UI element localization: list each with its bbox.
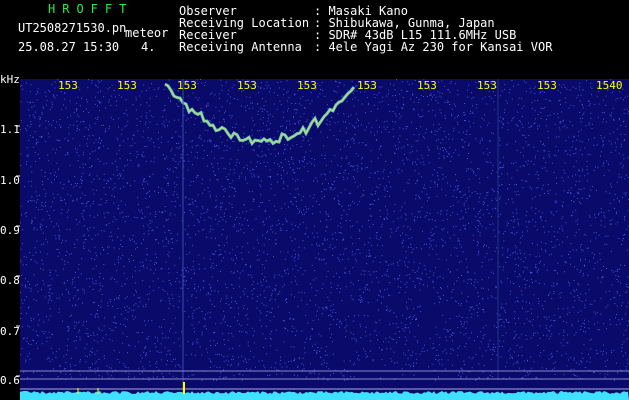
hrofft-display: HROFFT UT2508271530.pn meteor 25.08.27 1…	[0, 0, 629, 400]
y-tick: 0.8	[0, 274, 20, 287]
y-axis-unit: kHz	[0, 73, 20, 86]
y-tick: 0.9	[0, 224, 20, 237]
y-tick: 0.6	[0, 374, 20, 387]
brand-title: HROFFT	[48, 2, 134, 16]
x-tick: 153	[117, 79, 137, 92]
x-tick: 153	[237, 79, 257, 92]
x-tick: 153	[177, 79, 197, 92]
file-name: UT2508271530.pn	[18, 21, 127, 35]
x-tick: 153	[357, 79, 377, 92]
y-tick: 1.1	[0, 123, 20, 136]
x-tick: 153	[58, 79, 78, 92]
spectrogram	[16, 79, 629, 400]
x-tick: 153	[537, 79, 557, 92]
x-tick: 1540	[596, 79, 623, 92]
x-tick: 153	[477, 79, 497, 92]
timestamp: 25.08.27 15:30	[18, 40, 120, 54]
x-tick: 153	[297, 79, 317, 92]
spectrogram-background	[20, 79, 629, 400]
y-tick: 0.7	[0, 325, 20, 338]
x-tick: 153	[417, 79, 437, 92]
count-label: 4.	[141, 40, 156, 54]
antenna-label: Receiving Antenna	[179, 40, 302, 54]
image-type: meteor	[125, 26, 169, 40]
y-tick: 1.0	[0, 174, 20, 187]
antenna-value: : 4ele Yagi Az 230 for Kansai VOR	[314, 40, 553, 54]
